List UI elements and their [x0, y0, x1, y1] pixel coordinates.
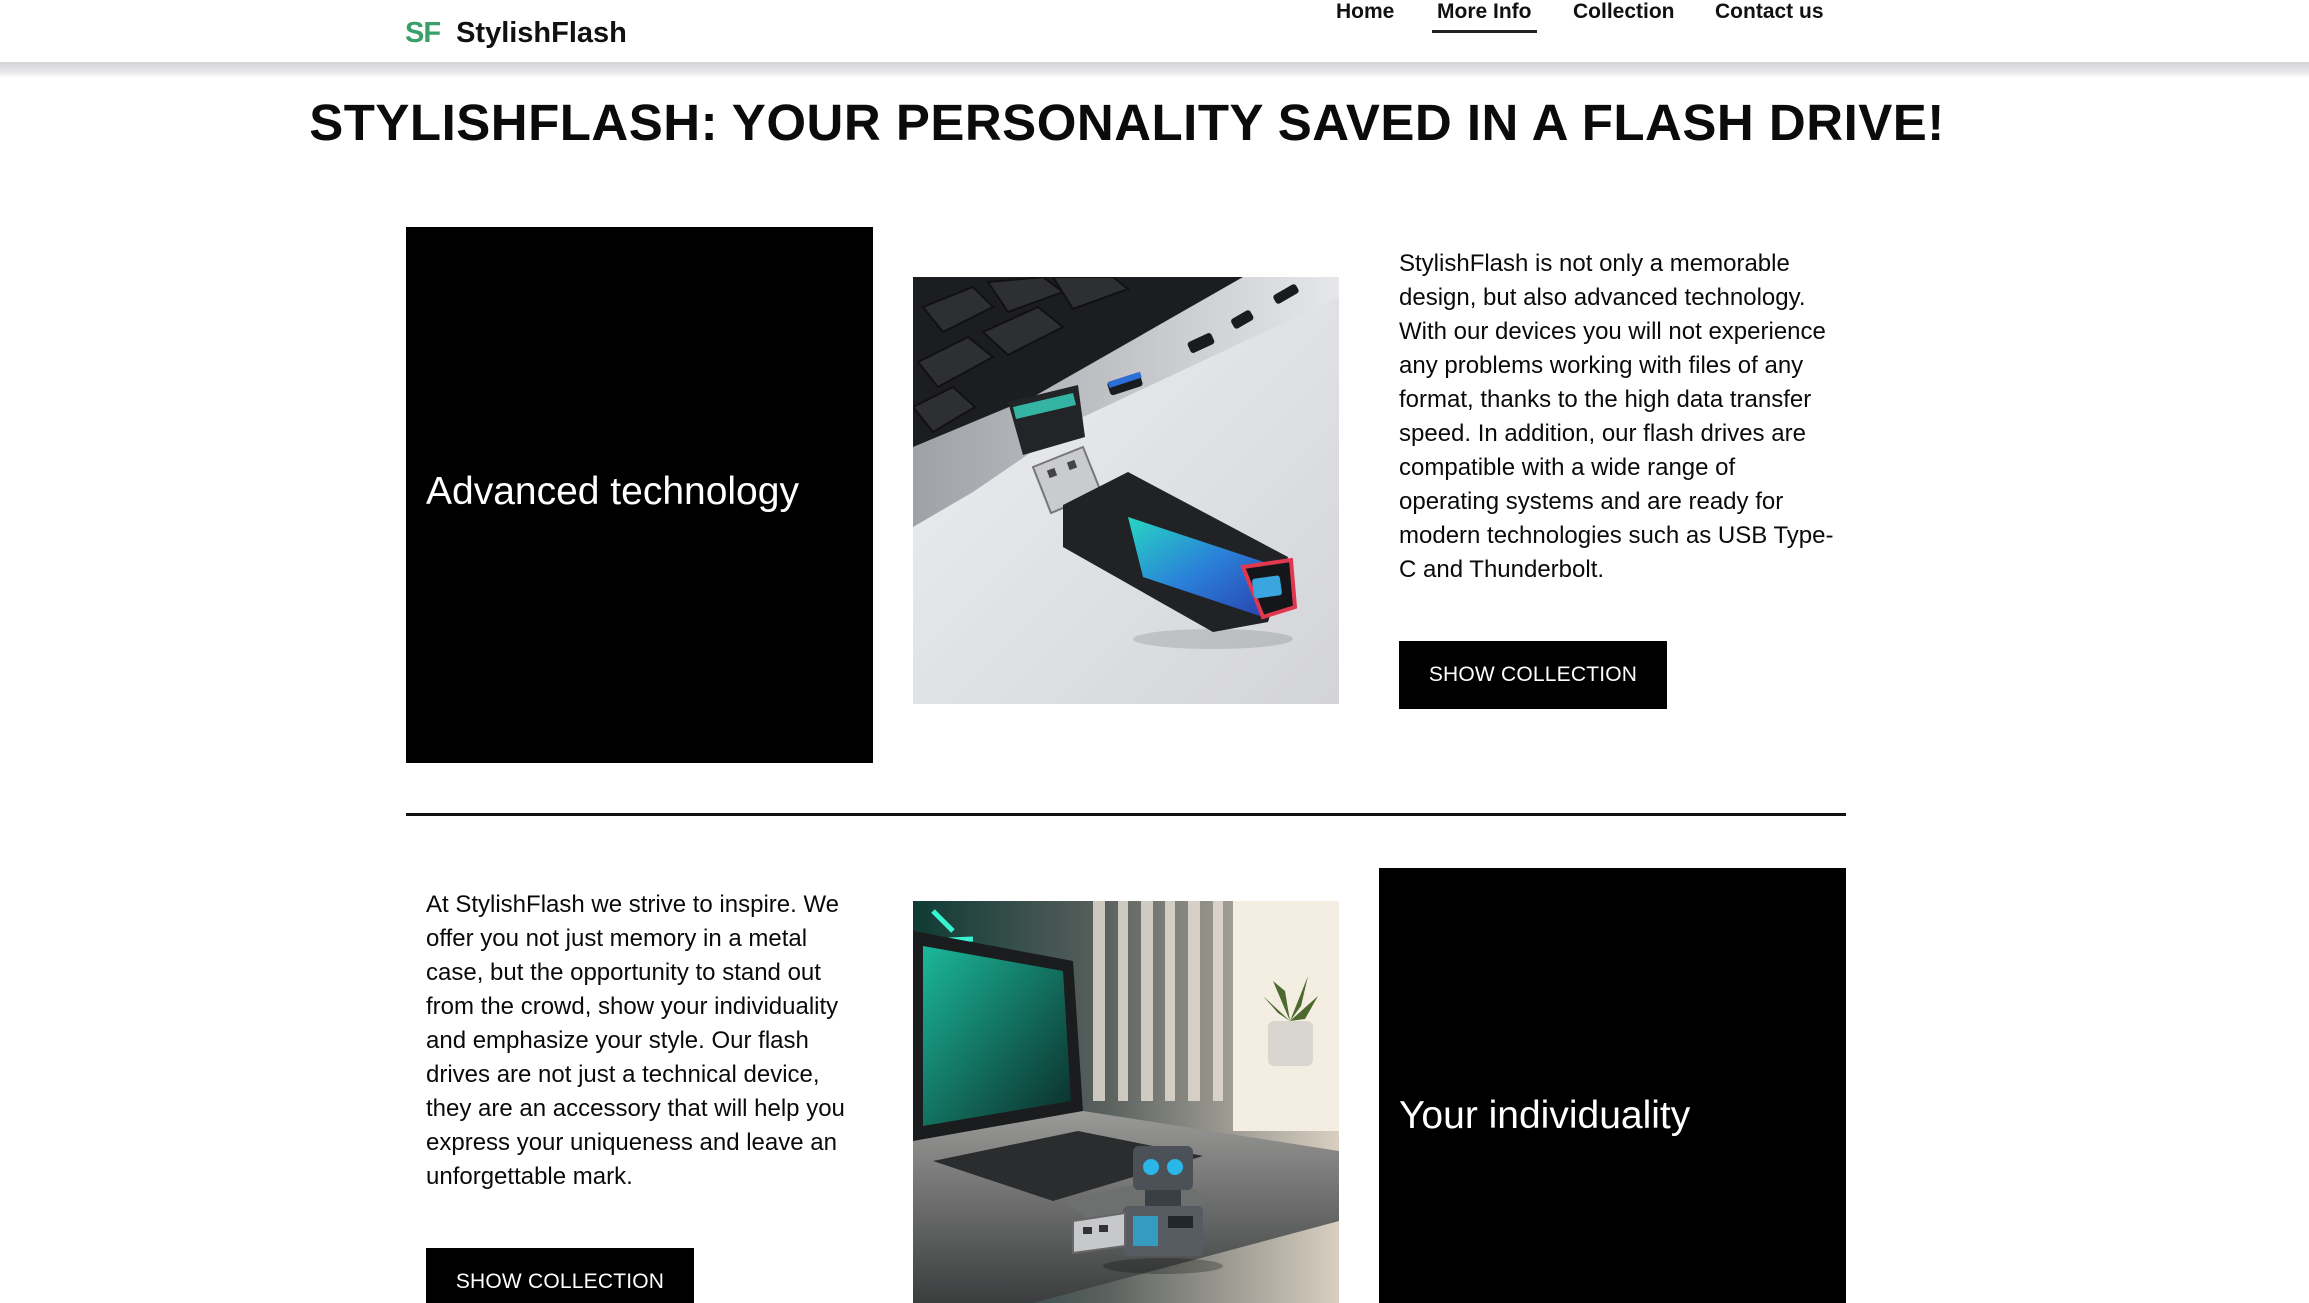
- robot-drive-photo: [913, 901, 1339, 1303]
- panel-label-2: Your individuality: [1399, 1094, 1691, 1137]
- logo[interactable]: SF StylishFlash: [405, 13, 627, 53]
- nav-home[interactable]: Home: [1336, 0, 1394, 24]
- feature-panel-individuality: Your individuality: [1379, 868, 1846, 1303]
- section-divider: [406, 813, 1846, 816]
- usb-drive-photo: [913, 277, 1339, 704]
- nav-contact-us[interactable]: Contact us: [1715, 0, 1824, 24]
- site-header: SF StylishFlash Home More Info Collectio…: [0, 0, 2309, 64]
- show-collection-button[interactable]: SHOW COLLECTION: [1399, 641, 1667, 709]
- usb-drive-illustration: [913, 277, 1339, 704]
- nav-collection[interactable]: Collection: [1573, 0, 1675, 24]
- technology-paragraph: StylishFlash is not only a memorable des…: [1399, 250, 1834, 583]
- header-shadow: [0, 62, 2309, 78]
- show-collection-button-2[interactable]: SHOW COLLECTION: [426, 1248, 694, 1303]
- feature-panel-technology: Advanced technology: [406, 227, 873, 763]
- individuality-paragraph: At StylishFlash we strive to inspire. We…: [426, 891, 845, 1190]
- nav-more-info[interactable]: More Info: [1432, 0, 1537, 33]
- panel-label: Advanced technology: [426, 470, 799, 513]
- brand-name: StylishFlash: [456, 16, 627, 49]
- logo-mark: SF: [405, 16, 441, 49]
- page-title: STYLISHFLASH: YOUR PERSONALITY SAVED IN …: [309, 94, 1945, 151]
- robot-drive-illustration: [913, 901, 1339, 1303]
